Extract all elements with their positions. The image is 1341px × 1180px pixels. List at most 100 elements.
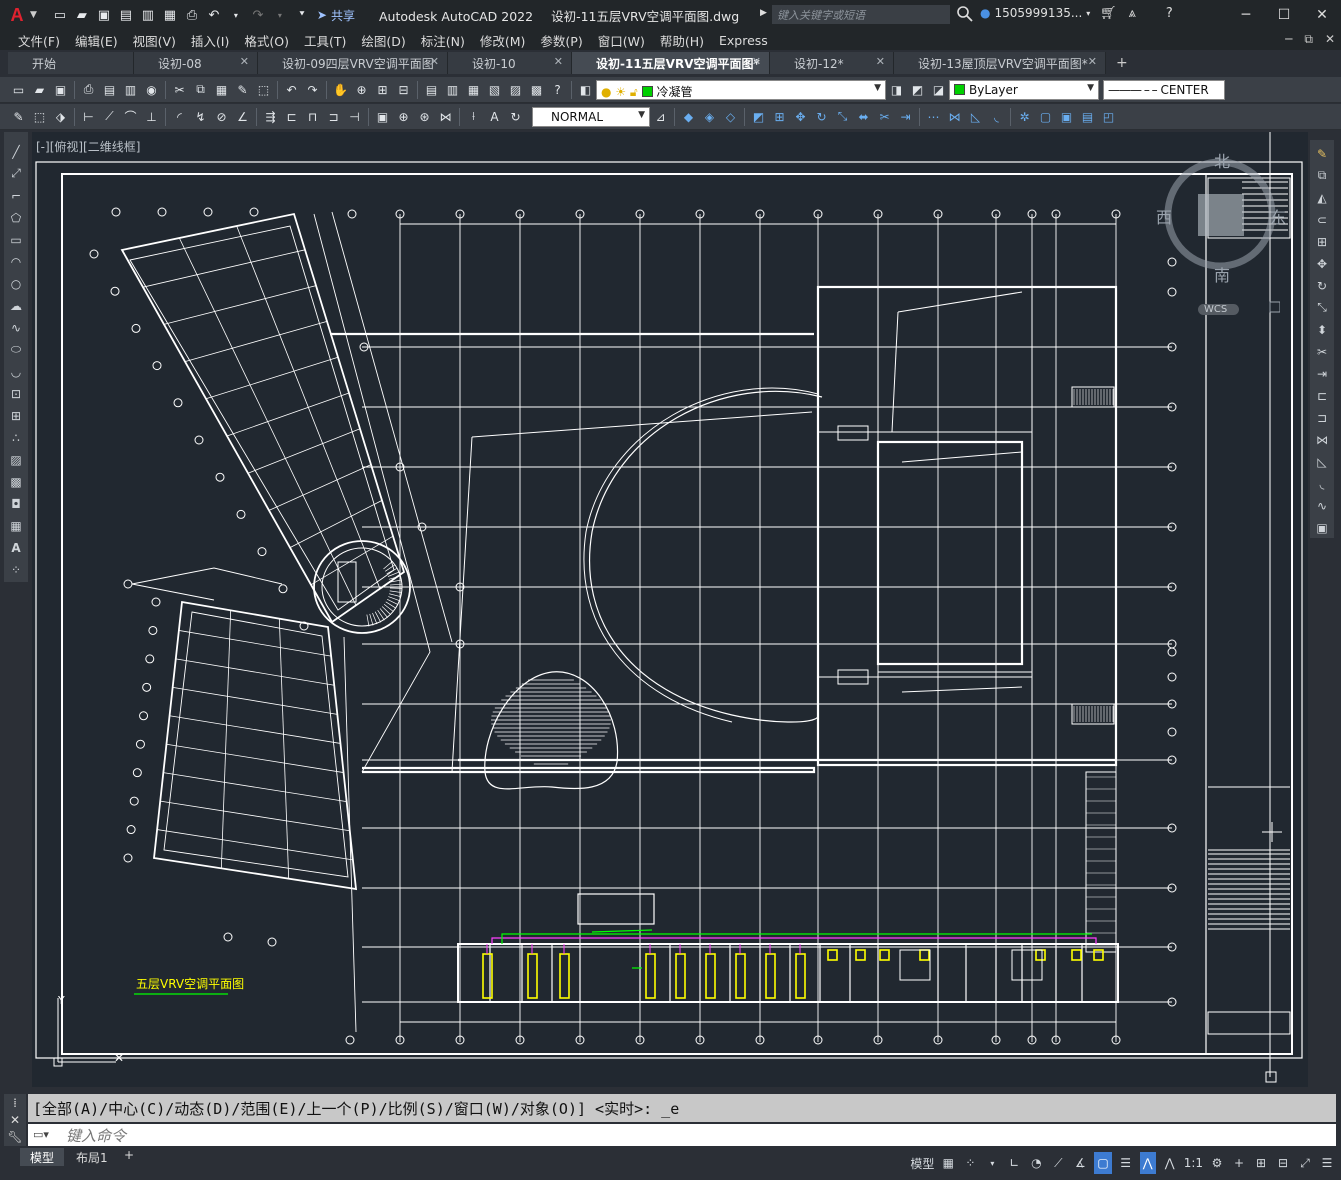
- extend-icon[interactable]: ⇥: [895, 107, 916, 127]
- close-icon[interactable]: ✕: [1303, 0, 1341, 30]
- mtext-icon[interactable]: A: [6, 538, 26, 557]
- customize-qat-icon[interactable]: ⯆: [293, 6, 311, 24]
- new-tab-button[interactable]: +: [1116, 55, 1128, 74]
- mirror-icon[interactable]: ◭: [1312, 188, 1332, 207]
- ordinate-dim-icon[interactable]: ⊥: [141, 107, 162, 127]
- autodesk-app-icon[interactable]: ⩓: [1129, 6, 1136, 21]
- menu-draw[interactable]: 绘图(D): [361, 31, 405, 50]
- tab-close-icon[interactable]: ✕: [430, 55, 439, 68]
- sheet-set-icon[interactable]: ▧: [484, 80, 505, 100]
- search-expand-icon[interactable]: ▶: [760, 8, 767, 18]
- tab-close-icon[interactable]: ✕: [752, 55, 761, 68]
- trim-icon[interactable]: ✂: [874, 107, 895, 127]
- close-command-line-icon[interactable]: ✕: [10, 1113, 20, 1127]
- baseline-dim-icon[interactable]: ⊏: [281, 107, 302, 127]
- model-space-button[interactable]: 模型: [910, 1152, 934, 1174]
- menu-modify[interactable]: 修改(M): [480, 31, 526, 50]
- insert-block-icon[interactable]: ⊡: [6, 384, 26, 403]
- clean-screen-icon[interactable]: ⤢: [1297, 1152, 1313, 1174]
- pan-icon[interactable]: ✋: [330, 80, 351, 100]
- plot-icon[interactable]: ⎙: [78, 80, 99, 100]
- trim-icon[interactable]: ✂: [1312, 342, 1332, 361]
- menu-view[interactable]: 视图(V): [133, 31, 176, 50]
- menu-express[interactable]: Express: [719, 33, 768, 48]
- undo-icon[interactable]: ↶: [205, 6, 223, 24]
- annotation-monitor-icon[interactable]: +: [1231, 1152, 1247, 1174]
- command-input[interactable]: 键入命令: [28, 1124, 1336, 1146]
- quick-properties-icon[interactable]: ⊟: [1275, 1152, 1291, 1174]
- quick-dim-icon[interactable]: ⇶: [260, 107, 281, 127]
- move-icon[interactable]: ✥: [790, 107, 811, 127]
- annotation-scale[interactable]: 1:1: [1184, 1152, 1203, 1174]
- revision-cloud-icon[interactable]: ☁: [6, 296, 26, 315]
- layer-dropdown[interactable]: ● ☀ 🔓︎ 冷凝管 ▼: [596, 79, 886, 100]
- annotation-visibility-icon[interactable]: ⋀: [1139, 1152, 1156, 1174]
- doc-restore-icon[interactable]: ⧉: [1304, 32, 1313, 47]
- undo-dropdown-icon[interactable]: ▾: [227, 6, 245, 24]
- tab-close-icon[interactable]: ✕: [240, 55, 249, 68]
- point-icon[interactable]: ∴: [6, 428, 26, 447]
- search-icon[interactable]: [956, 5, 974, 23]
- viewcube-south[interactable]: 南: [1214, 262, 1230, 286]
- dim-text-edit-icon[interactable]: A: [484, 107, 505, 127]
- redo-icon[interactable]: ↷: [249, 6, 267, 24]
- maximize-icon[interactable]: ☐: [1265, 0, 1303, 30]
- tab-close-icon[interactable]: ✕: [876, 55, 885, 68]
- scale-icon[interactable]: ⤡: [1312, 298, 1332, 317]
- infer-constraints-icon[interactable]: ∟: [1006, 1152, 1022, 1174]
- open-folder-icon[interactable]: ▰: [73, 6, 91, 24]
- grip-handle-icon[interactable]: ⁞: [13, 1096, 17, 1110]
- jogged-linear-icon[interactable]: ⋈: [435, 107, 456, 127]
- tab-start[interactable]: 开始: [8, 52, 134, 74]
- array-icon[interactable]: ⊞: [1312, 232, 1332, 251]
- arc-icon[interactable]: ◠: [6, 252, 26, 271]
- explode-icon[interactable]: ✲: [1014, 107, 1035, 127]
- autocad-logo-icon[interactable]: A: [6, 4, 28, 26]
- viewcube[interactable]: 北 南 西 东 WCS: [1156, 152, 1286, 327]
- draworder-icon[interactable]: ▤: [1077, 107, 1098, 127]
- match-properties-icon[interactable]: ✎: [232, 80, 253, 100]
- rotate-icon[interactable]: ↻: [1312, 276, 1332, 295]
- open-icon[interactable]: ▰: [29, 80, 50, 100]
- join-icon[interactable]: ⋈: [1312, 430, 1332, 449]
- lineweight-icon[interactable]: ☰: [1118, 1152, 1134, 1174]
- polyline-icon[interactable]: ⌐: [6, 186, 26, 205]
- menu-format[interactable]: 格式(O): [244, 31, 289, 50]
- snap-dropdown-icon[interactable]: ▾: [984, 1152, 1000, 1174]
- mirror-icon[interactable]: ◇: [720, 107, 741, 127]
- minimize-icon[interactable]: ─: [1227, 0, 1265, 30]
- break-at-point-icon[interactable]: ⊏: [1312, 386, 1332, 405]
- recent-commands-icon[interactable]: ▭▾: [33, 1128, 49, 1141]
- fillet-icon[interactable]: ◟: [1312, 474, 1332, 493]
- copy-object-icon[interactable]: ◈: [699, 107, 720, 127]
- tab-file-09[interactable]: 设初-09四层VRV空调平面图 ✕: [258, 52, 448, 74]
- color-dropdown[interactable]: ByLayer ▼: [949, 79, 1099, 100]
- doc-minimize-icon[interactable]: ─: [1285, 32, 1292, 47]
- save-icon[interactable]: ▣: [95, 6, 113, 24]
- preview-icon[interactable]: ▤: [99, 80, 120, 100]
- menu-help[interactable]: 帮助(H): [660, 31, 704, 50]
- viewcube-west[interactable]: 西: [1156, 204, 1172, 228]
- layer-state-icon[interactable]: ◪: [928, 80, 949, 100]
- help-icon[interactable]: ?: [547, 80, 568, 100]
- ellipse-icon[interactable]: ⬭: [6, 340, 26, 359]
- dim-style-manager-icon[interactable]: ⊿: [650, 107, 671, 127]
- save-icon[interactable]: ▣: [50, 80, 71, 100]
- paste-icon[interactable]: ▦: [211, 80, 232, 100]
- array-icon[interactable]: ⊞: [769, 107, 790, 127]
- copy-icon[interactable]: ⧉: [190, 80, 211, 100]
- dim-edit2-icon[interactable]: ⟊: [463, 107, 484, 127]
- extend-icon[interactable]: ⇥: [1312, 364, 1332, 383]
- make-block-icon[interactable]: ⊞: [6, 406, 26, 425]
- tab-model[interactable]: 模型: [20, 1148, 65, 1166]
- menu-insert[interactable]: 插入(I): [191, 31, 229, 50]
- wcs-menu[interactable]: WCS: [1198, 304, 1240, 315]
- continue-dim-icon[interactable]: ⊓: [302, 107, 323, 127]
- calculator-icon[interactable]: ▩: [526, 80, 547, 100]
- publish-icon[interactable]: ▥: [120, 80, 141, 100]
- fillet-icon[interactable]: ◟: [986, 107, 1007, 127]
- zoom-window-icon[interactable]: ⊞: [372, 80, 393, 100]
- workspace-gear-icon[interactable]: ⚙: [1209, 1152, 1225, 1174]
- new-layout-button[interactable]: +: [118, 1148, 140, 1166]
- ungroup-icon[interactable]: ▣: [1056, 107, 1077, 127]
